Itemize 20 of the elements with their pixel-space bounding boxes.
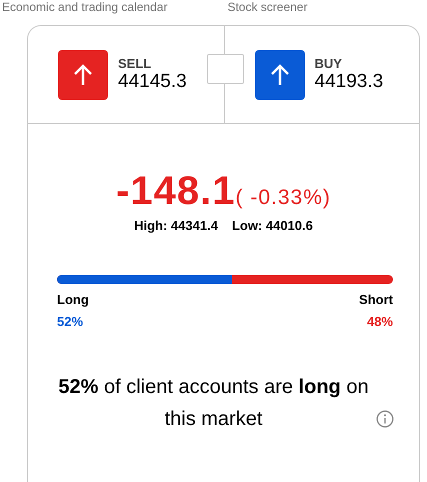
nav-link[interactable]: Economic and trading calendar (2, 0, 168, 14)
high-value: High: 44341.4 (134, 218, 218, 233)
nav-link[interactable]: Stock screener (227, 0, 308, 14)
long-label: Long (57, 292, 89, 307)
low-value: Low: 44010.6 (232, 218, 313, 233)
price-value: 44193.3 (314, 71, 384, 93)
short-percent: 48% (366, 314, 393, 329)
arrow-up-icon (73, 64, 93, 86)
short-label: Short (359, 292, 393, 307)
change-percent: ( -0.33%) (236, 186, 331, 210)
trade-button[interactable] (58, 50, 108, 100)
trade-button[interactable] (254, 50, 304, 100)
price-label: BUY (314, 56, 343, 71)
long-percent: 52% (57, 314, 84, 329)
info-icon[interactable] (376, 410, 394, 428)
change-value: -148.1 (116, 169, 236, 214)
sentiment-summary: 52% of client accounts are long on this market (57, 375, 370, 432)
price-label: SELL (118, 56, 152, 71)
price-value: 44145.3 (118, 71, 187, 93)
arrow-up-icon (270, 64, 290, 86)
